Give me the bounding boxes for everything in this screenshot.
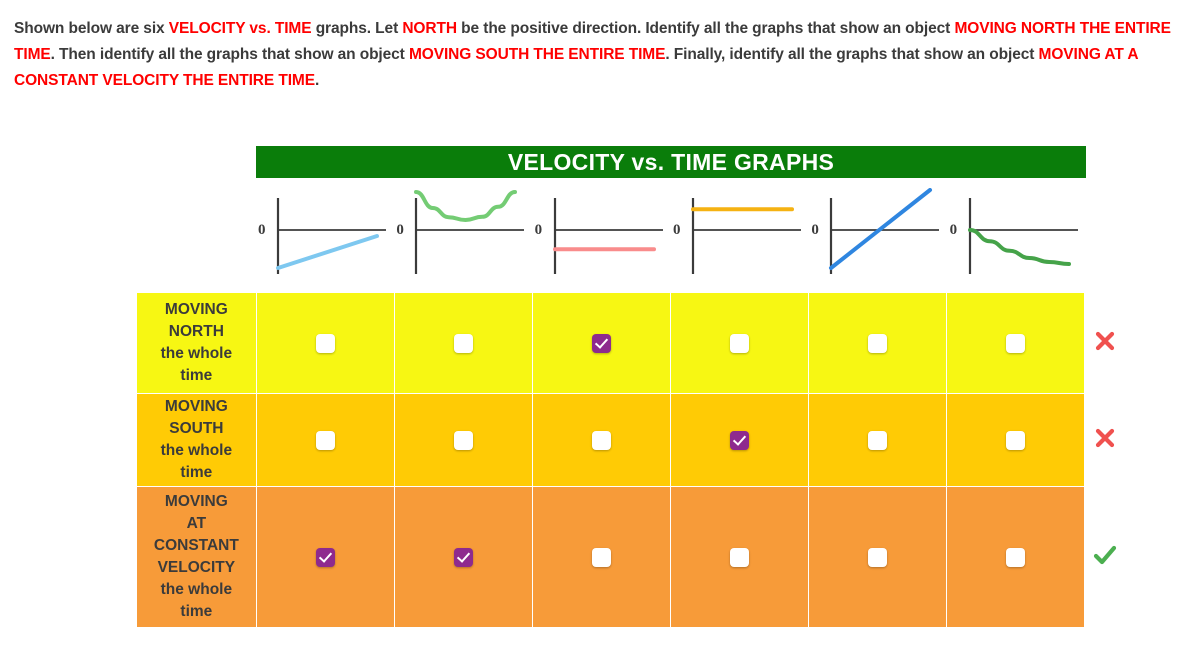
green-check-icon xyxy=(1093,544,1117,566)
graph-6-plot xyxy=(967,198,1078,274)
feedback-constant xyxy=(1085,487,1125,627)
cell-south-graph-4[interactable] xyxy=(670,394,808,486)
prompt-text: . xyxy=(314,72,320,89)
answer-grid: MOVING NORTH the whole time MOVING SOUTH the w… xyxy=(136,292,1126,628)
graph-6: 0 xyxy=(948,188,1086,284)
cell-south-graph-1[interactable] xyxy=(256,394,394,486)
graph-5-plot xyxy=(829,188,940,274)
row-label-line: the whole xyxy=(160,442,233,459)
checkbox-north-graph-4[interactable] xyxy=(729,333,749,353)
checkbox-south-graph-1[interactable] xyxy=(315,430,335,450)
cell-constant-graph-4[interactable] xyxy=(670,487,808,627)
checkbox-north-graph-1[interactable] xyxy=(315,333,335,353)
feedback-south xyxy=(1085,394,1125,486)
cell-constant-graph-2[interactable] xyxy=(394,487,532,627)
cell-constant-graph-1[interactable] xyxy=(256,487,394,627)
graph-2-curve xyxy=(414,190,518,223)
row-label-line: MOVING xyxy=(164,301,228,318)
table-row-constant: MOVING AT CONSTANT VELOCITY the whole time xyxy=(137,487,1125,627)
cell-south-graph-6[interactable] xyxy=(947,394,1085,486)
row-label-line: VELOCITY xyxy=(157,559,236,576)
cell-north-graph-4[interactable] xyxy=(670,293,808,393)
graph-3-origin-label: 0 xyxy=(534,222,543,238)
row-label-line: the whole xyxy=(160,345,233,362)
row-label-line: SOUTH xyxy=(169,420,224,437)
graph-1-origin-label: 0 xyxy=(258,222,266,238)
row-label-constant: MOVING AT CONSTANT VELOCITY the whole time xyxy=(137,487,256,627)
cell-south-graph-3[interactable] xyxy=(532,394,670,486)
checkbox-north-graph-6[interactable] xyxy=(1006,333,1026,353)
row-label-north: MOVING NORTH the whole time xyxy=(137,293,256,393)
checkbox-constant-graph-6[interactable] xyxy=(1006,547,1026,567)
graph-5-curve xyxy=(829,188,933,270)
graph-1-plot xyxy=(276,198,386,274)
cell-south-graph-2[interactable] xyxy=(394,394,532,486)
prompt-text: . Then identify all the graphs that show… xyxy=(50,46,409,63)
graph-3: 0 xyxy=(533,188,671,284)
graph-6-curve xyxy=(967,228,1071,266)
prompt-emphasis: MOVING SOUTH THE ENTIRE TIME xyxy=(408,46,666,63)
row-label-line: MOVING xyxy=(164,493,228,510)
checkbox-constant-graph-2[interactable] xyxy=(453,547,473,567)
prompt-text: . Finally, identify all the graphs that … xyxy=(665,46,1039,63)
checkbox-south-graph-3[interactable] xyxy=(591,430,611,450)
red-x-icon xyxy=(1094,427,1116,449)
checkbox-north-graph-2[interactable] xyxy=(453,333,473,353)
graph-5: 0 xyxy=(809,188,947,284)
checkbox-constant-graph-3[interactable] xyxy=(591,547,611,567)
graph-3-plot xyxy=(552,198,663,274)
checkbox-constant-graph-5[interactable] xyxy=(868,547,887,567)
cell-south-graph-5[interactable] xyxy=(808,394,947,486)
prompt-text: Shown below are six xyxy=(14,20,169,37)
graph-2-origin-label: 0 xyxy=(396,222,404,238)
feedback-north xyxy=(1085,293,1125,393)
prompt-text: graphs. Let xyxy=(311,20,403,37)
checkbox-north-graph-5[interactable] xyxy=(868,333,887,353)
checkbox-south-graph-5[interactable] xyxy=(868,430,887,450)
graph-2: 0 xyxy=(394,188,532,284)
row-label-line: AT xyxy=(186,515,207,532)
checkbox-constant-graph-4[interactable] xyxy=(729,547,749,567)
cell-constant-graph-3[interactable] xyxy=(532,487,670,627)
question-prompt: Shown below are six VELOCITY vs. TIME gr… xyxy=(14,16,1186,94)
row-label-line: CONSTANT xyxy=(153,537,239,554)
row-label-line: time xyxy=(180,367,213,384)
graph-6-origin-label: 0 xyxy=(949,222,958,238)
checkbox-south-graph-4[interactable] xyxy=(729,430,749,450)
cell-constant-graph-5[interactable] xyxy=(808,487,947,627)
table-row-north: MOVING NORTH the whole time xyxy=(137,293,1125,393)
row-label-line: time xyxy=(180,464,213,481)
table-row-south: MOVING SOUTH the whole time xyxy=(137,394,1125,486)
cell-north-graph-1[interactable] xyxy=(256,293,394,393)
cell-north-graph-2[interactable] xyxy=(394,293,532,393)
row-label-line: NORTH xyxy=(168,323,224,340)
graph-5-origin-label: 0 xyxy=(811,222,819,238)
row-label-line: MOVING xyxy=(164,398,228,415)
checkbox-south-graph-2[interactable] xyxy=(453,430,473,450)
checkbox-south-graph-6[interactable] xyxy=(1006,430,1026,450)
cell-north-graph-5[interactable] xyxy=(808,293,947,393)
prompt-emphasis: NORTH xyxy=(402,20,457,37)
cell-constant-graph-6[interactable] xyxy=(947,487,1085,627)
red-x-icon xyxy=(1094,330,1116,352)
graph-strip: 0 0 0 0 0 0 xyxy=(256,188,1086,284)
cell-north-graph-6[interactable] xyxy=(947,293,1085,393)
checkbox-constant-graph-1[interactable] xyxy=(315,547,335,567)
graph-4: 0 xyxy=(671,188,809,284)
widget-title: VELOCITY vs. TIME GRAPHS xyxy=(256,146,1086,178)
prompt-text: be the positive direction. Identify all … xyxy=(456,20,955,37)
graph-1: 0 xyxy=(256,188,394,284)
row-label-line: the whole xyxy=(160,581,233,598)
graph-1-curve xyxy=(276,234,379,270)
prompt-emphasis: VELOCITY vs. TIME xyxy=(168,20,312,37)
row-label-line: time xyxy=(180,603,213,620)
graph-4-origin-label: 0 xyxy=(672,222,681,238)
row-label-south: MOVING SOUTH the whole time xyxy=(137,394,256,486)
graph-4-plot xyxy=(690,198,801,274)
graph-2-plot xyxy=(414,190,525,274)
checkbox-north-graph-3[interactable] xyxy=(591,333,611,353)
cell-north-graph-3[interactable] xyxy=(532,293,670,393)
